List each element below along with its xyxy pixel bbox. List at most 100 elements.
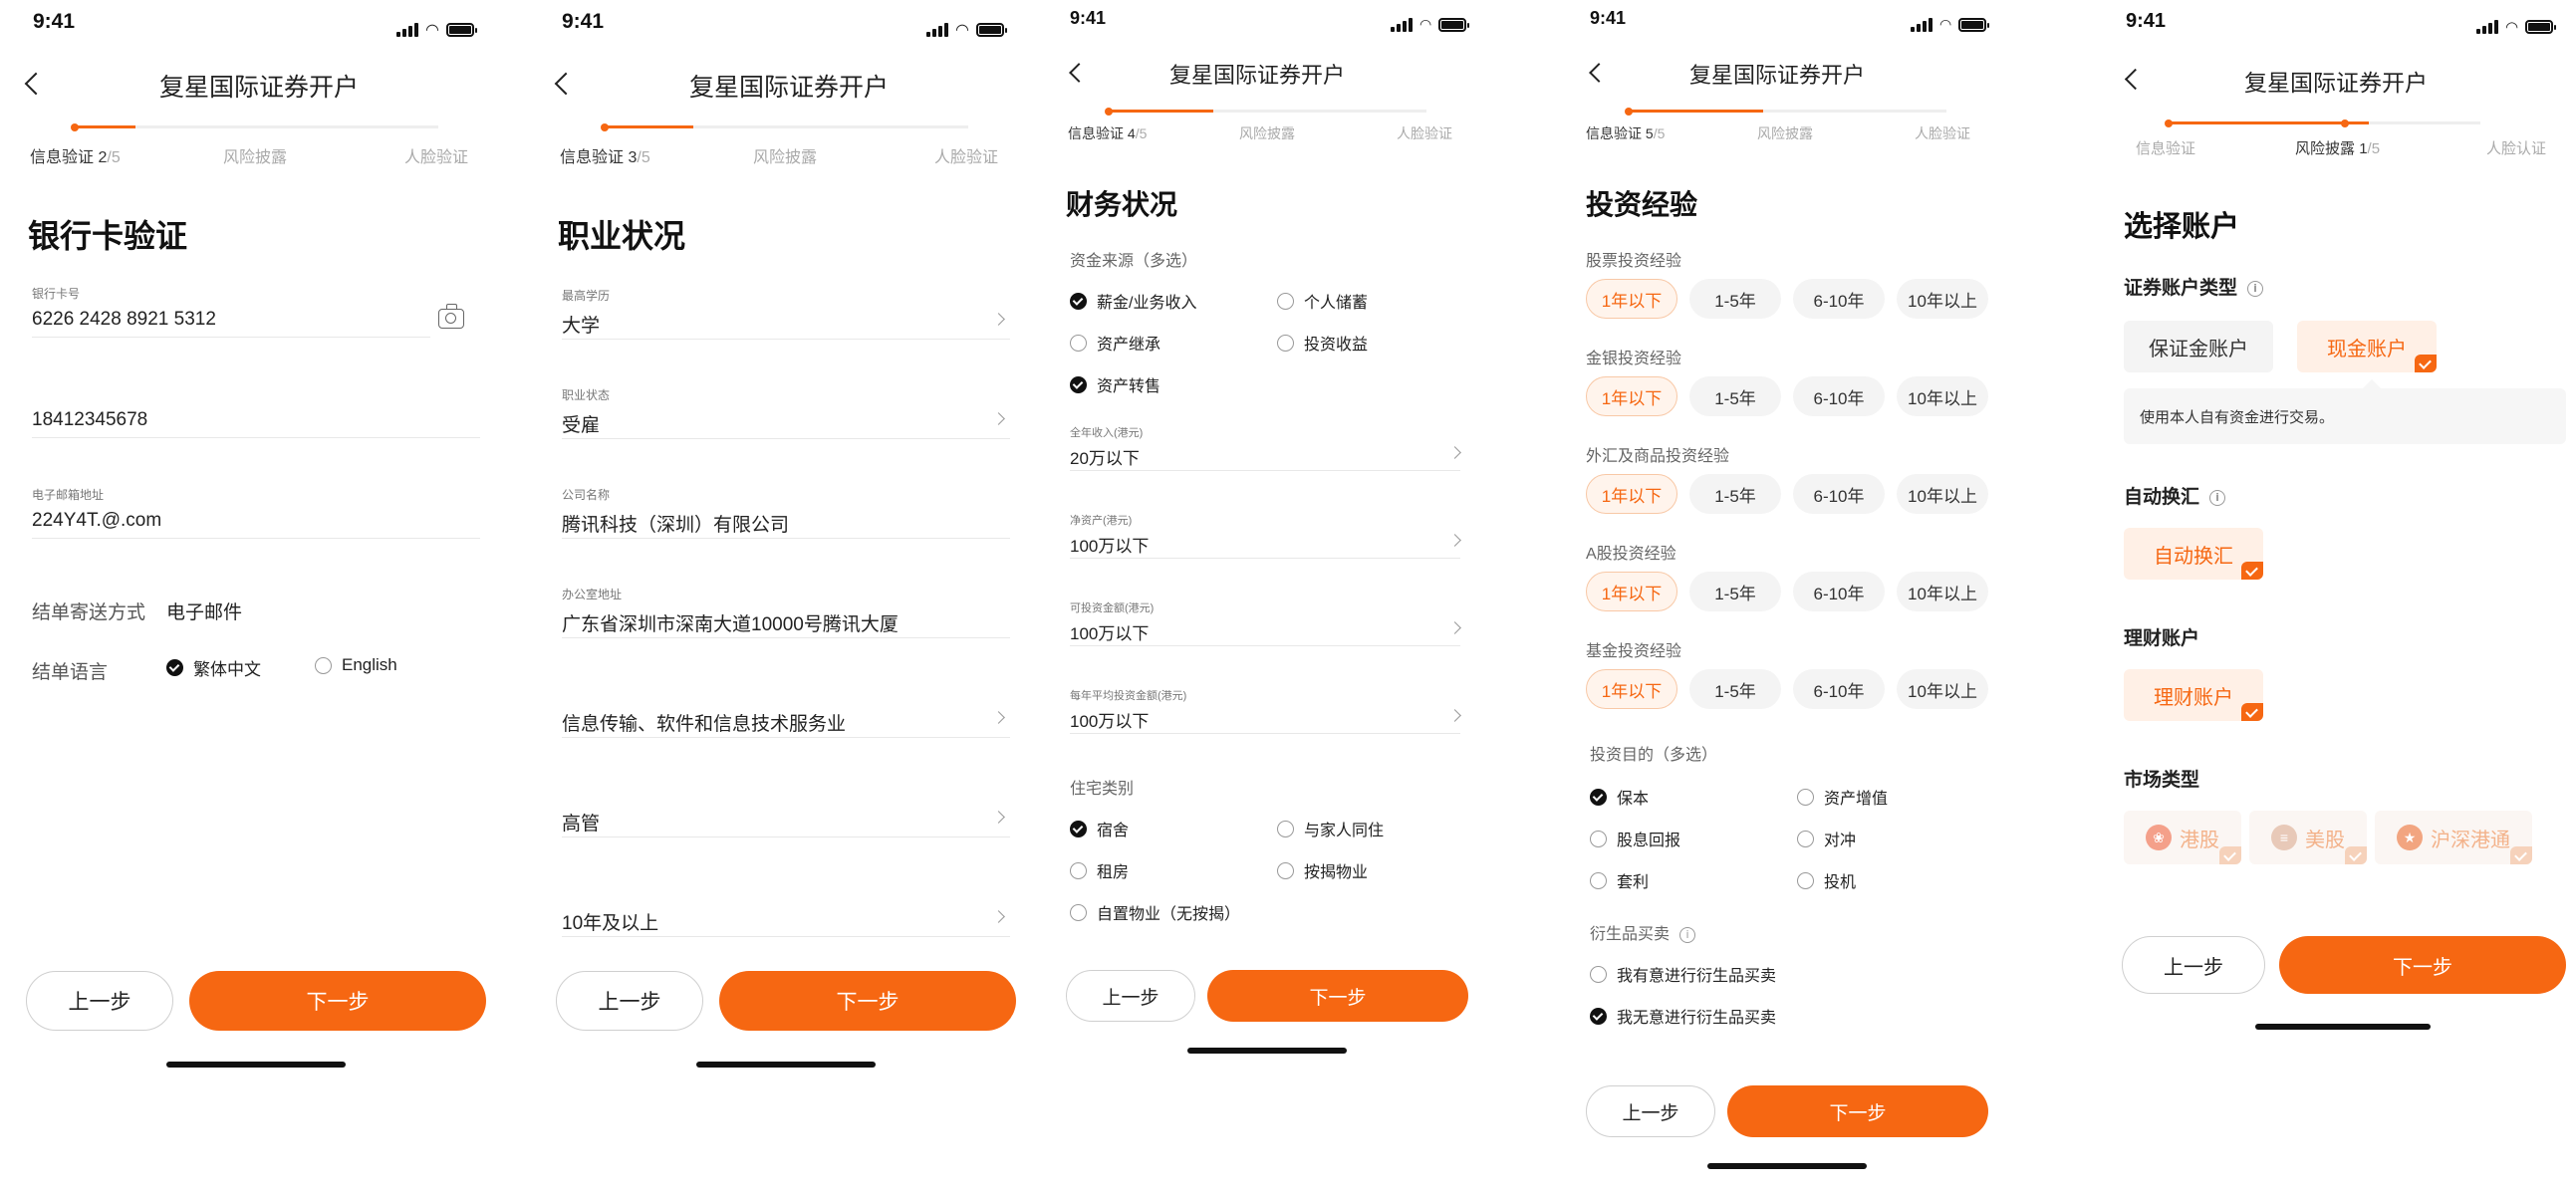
divider <box>1070 470 1460 471</box>
status-time: 9:41 <box>33 10 76 33</box>
housing-option[interactable]: 租房 <box>1070 858 1129 882</box>
market-connect[interactable]: ★ 沪深港通 <box>2375 811 2532 864</box>
exp-option[interactable]: 1年以下 <box>1586 376 1677 416</box>
fx-label: 自动换汇 i <box>2124 482 2226 509</box>
exp-option[interactable]: 10年以上 <box>1897 376 1988 416</box>
housing-option[interactable]: 宿舍 <box>1070 817 1129 840</box>
purpose-option[interactable]: 资产增值 <box>1797 785 1888 809</box>
prev-button[interactable]: 上一步 <box>2122 936 2265 994</box>
industry-select[interactable]: 信息传输、软件和信息技术服务业 <box>562 709 846 736</box>
market-hk[interactable]: ❀ 港股 <box>2124 811 2241 864</box>
prev-button[interactable]: 上一步 <box>556 971 703 1031</box>
exp-option[interactable]: 10年以上 <box>1897 669 1988 709</box>
status-icons: ◠ <box>1391 16 1470 33</box>
divider <box>562 339 1010 340</box>
purpose-option[interactable]: 对冲 <box>1797 827 1856 850</box>
source-option[interactable]: 资产继承 <box>1070 331 1160 355</box>
avg-invest-select[interactable]: 100万以下 <box>1070 707 1149 732</box>
income-select[interactable]: 20万以下 <box>1070 444 1140 469</box>
housing-label: 住宅类别 <box>1070 781 1135 798</box>
fx-option[interactable]: 自动换汇 <box>2124 528 2263 580</box>
exp-option[interactable]: 1年以下 <box>1586 279 1677 319</box>
signal-icon <box>2476 20 2498 34</box>
deriv-option[interactable]: 我有意进行衍生品买卖 <box>1590 962 1776 986</box>
source-option[interactable]: 薪金/业务收入 <box>1070 289 1196 313</box>
email-input[interactable]: 224Y4T.@.com <box>32 510 161 532</box>
divider <box>562 538 1010 539</box>
exp-option[interactable]: 1年以下 <box>1586 474 1677 514</box>
purpose-option[interactable]: 股息回报 <box>1590 827 1680 850</box>
progress-dot <box>1105 108 1113 116</box>
market-label: 市场类型 <box>2124 770 2200 791</box>
step-info: 信息验证 3/5 <box>560 149 650 166</box>
exp-option[interactable]: 6-10年 <box>1793 279 1885 319</box>
next-button[interactable]: 下一步 <box>719 971 1016 1031</box>
card-number-input[interactable]: 6226 2428 8921 5312 <box>32 309 216 331</box>
employment-select[interactable]: 受雇 <box>562 410 600 437</box>
card-label: 银行卡号 <box>32 287 81 301</box>
market-us[interactable]: ≡ 美股 <box>2249 811 2367 864</box>
deriv-option[interactable]: 我无意进行衍生品买卖 <box>1590 1004 1776 1028</box>
investable-select[interactable]: 100万以下 <box>1070 619 1149 644</box>
prev-button[interactable]: 上一步 <box>1066 970 1195 1022</box>
exp-option[interactable]: 1年以下 <box>1586 669 1677 709</box>
exp-option[interactable]: 1年以下 <box>1586 572 1677 611</box>
years-select[interactable]: 10年及以上 <box>562 908 658 935</box>
lang-option[interactable]: 繁体中文 <box>166 655 261 680</box>
purpose-option[interactable]: 投机 <box>1797 868 1856 892</box>
exp-option[interactable]: 1-5年 <box>1689 376 1781 416</box>
acct-type-margin[interactable]: 保证金账户 <box>2124 321 2273 372</box>
next-button[interactable]: 下一步 <box>1207 970 1468 1022</box>
camera-icon[interactable] <box>438 304 464 329</box>
exp-option[interactable]: 6-10年 <box>1793 474 1885 514</box>
next-button[interactable]: 下一步 <box>189 971 486 1031</box>
prev-button[interactable]: 上一步 <box>26 971 173 1031</box>
acct-type-cash[interactable]: 现金账户 <box>2297 321 2437 372</box>
info-icon[interactable]: i <box>1679 926 1696 943</box>
step-face: 人脸验证 <box>404 149 469 166</box>
hk-flag-icon: ❀ <box>2146 825 2172 850</box>
delivery-label: 结单寄送方式 <box>32 602 146 623</box>
exp-option[interactable]: 6-10年 <box>1793 572 1885 611</box>
source-option[interactable]: 资产转售 <box>1070 372 1160 396</box>
purpose-option[interactable]: 保本 <box>1590 785 1649 809</box>
net-assets-select[interactable]: 100万以下 <box>1070 532 1149 557</box>
check-icon <box>1590 1007 1607 1025</box>
housing-option[interactable]: 与家人同住 <box>1277 817 1384 840</box>
step-risk: 风险披露 <box>223 149 288 166</box>
source-option[interactable]: 个人储蓄 <box>1277 289 1368 313</box>
chevron-right-icon <box>992 313 1005 326</box>
exp-option[interactable]: 6-10年 <box>1793 669 1885 709</box>
exp-option[interactable]: 1-5年 <box>1689 279 1781 319</box>
next-button[interactable]: 下一步 <box>2279 936 2566 994</box>
prev-button[interactable]: 上一步 <box>1586 1085 1715 1137</box>
exp-option[interactable]: 1-5年 <box>1689 474 1781 514</box>
exp-option[interactable]: 10年以上 <box>1897 279 1988 319</box>
chevron-right-icon <box>1448 534 1461 547</box>
education-select[interactable]: 大学 <box>562 311 600 338</box>
exp-option[interactable]: 1-5年 <box>1689 572 1781 611</box>
source-option[interactable]: 投资收益 <box>1277 331 1368 355</box>
wealth-option[interactable]: 理财账户 <box>2124 669 2263 721</box>
lang-option[interactable]: English <box>315 655 397 675</box>
radio-icon <box>1797 871 1814 889</box>
exp-option[interactable]: 10年以上 <box>1897 572 1988 611</box>
divider <box>1070 733 1460 734</box>
purpose-option[interactable]: 套利 <box>1590 868 1649 892</box>
housing-option[interactable]: 按揭物业 <box>1277 858 1368 882</box>
company-input[interactable]: 腾讯科技（深圳）有限公司 <box>562 510 789 537</box>
field-label: 净资产(港元) <box>1070 515 1133 527</box>
next-button[interactable]: 下一步 <box>1727 1085 1988 1137</box>
phone-input[interactable]: 18412345678 <box>32 409 147 431</box>
exp-option[interactable]: 1-5年 <box>1689 669 1781 709</box>
office-address-input[interactable]: 广东省深圳市深南大道10000号腾讯大厦 <box>562 609 899 636</box>
housing-option[interactable]: 自置物业（无按揭） <box>1070 900 1240 924</box>
exp-option[interactable]: 6-10年 <box>1793 376 1885 416</box>
position-select[interactable]: 高管 <box>562 809 600 835</box>
field-label: 办公室地址 <box>562 588 623 601</box>
info-icon[interactable]: i <box>2247 280 2264 297</box>
info-icon[interactable]: i <box>2209 489 2226 506</box>
exp-option[interactable]: 10年以上 <box>1897 474 1988 514</box>
progress-dot <box>601 123 609 131</box>
delivery-value[interactable]: 电子邮件 <box>166 597 242 624</box>
